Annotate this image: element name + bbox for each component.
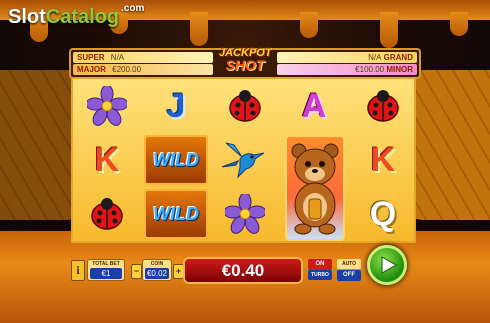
reel-4: A <box>280 79 348 241</box>
turbo-state: ON <box>308 259 332 270</box>
reel-cell <box>211 79 279 133</box>
reel-grid: K J WILD WILD A K Q <box>71 77 416 243</box>
total-bet-value: €1 <box>90 268 122 279</box>
reel-5: K Q <box>349 79 417 241</box>
coin-display: COIN €0.02 <box>142 259 172 281</box>
honey-drip <box>190 12 208 46</box>
turbo-label: TURBO <box>308 270 332 280</box>
wild-symbol: WILD <box>144 189 208 239</box>
jackpot-major-value: €200.00 <box>112 65 142 74</box>
logo-slot-text: Slot <box>8 6 46 28</box>
reel-cell <box>73 187 141 241</box>
symbol-k: K <box>370 141 396 179</box>
reel-2: J WILD WILD <box>142 79 210 241</box>
reel-cell: K <box>349 133 417 187</box>
play-icon <box>381 256 397 274</box>
reel-cell <box>211 133 279 187</box>
symbol-j: J <box>166 87 186 125</box>
logo-com-text: .com <box>121 3 145 14</box>
honey-drip <box>300 12 318 38</box>
reel-cell: Q <box>349 187 417 241</box>
reel-cell: WILD <box>142 187 210 241</box>
auto-toggle[interactable]: AUTO OFF <box>337 259 361 282</box>
reel-cell: WILD <box>142 133 210 187</box>
total-bet-label: TOTAL BET <box>92 261 120 267</box>
bear-icon <box>291 143 339 235</box>
jackpot-major-label: MAJOR <box>77 65 106 74</box>
wild-label: WILD <box>153 149 199 170</box>
jackpot-bar: SUPER N/A MAJOR €200.00 JACKPOT SHOT N/A… <box>69 47 421 79</box>
jackpot-minor: €100.00 MINOR <box>277 64 417 75</box>
flower-icon <box>87 86 127 126</box>
ladybug-icon <box>367 90 399 122</box>
jackpot-minor-label: MINOR <box>386 65 413 74</box>
jackpot-minor-value: €100.00 <box>355 65 385 74</box>
reel-cell: K <box>73 133 141 187</box>
jackpot-grand-value: N/A <box>368 53 382 62</box>
spin-button[interactable] <box>367 245 407 285</box>
wild-symbol: WILD <box>144 135 208 185</box>
jackpot-shot-logo: JACKPOT SHOT <box>219 47 272 73</box>
jackpot-title-line2: SHOT <box>225 57 265 73</box>
honey-drip <box>380 12 398 48</box>
reel-cell <box>73 79 141 133</box>
coin-label: COIN <box>150 261 164 267</box>
symbol-a: A <box>301 87 327 125</box>
coin-value: €0.02 <box>145 268 169 279</box>
jackpot-grand: N/A GRAND <box>277 52 417 63</box>
reel-cell <box>349 79 417 133</box>
hummingbird-icon <box>221 142 265 179</box>
jackpot-super-label: SUPER <box>77 53 105 62</box>
bear-stacked-symbol <box>285 135 345 241</box>
coin-decrease-button[interactable]: − <box>131 264 142 279</box>
symbol-k: K <box>94 141 120 179</box>
auto-state: OFF <box>337 270 361 281</box>
logo-catalog-text: Catalog <box>45 6 120 28</box>
reel-cell: J <box>142 79 210 133</box>
reel-cell <box>211 187 279 241</box>
wild-label: WILD <box>153 203 199 224</box>
reel-cell: A <box>280 79 348 133</box>
reel-3 <box>211 79 279 241</box>
reel-1: K <box>73 79 141 241</box>
ladybug-icon <box>229 90 261 122</box>
honey-drip <box>450 12 468 36</box>
jackpot-super-value: N/A <box>110 53 125 62</box>
jackpot-major: MAJOR €200.00 <box>73 64 213 75</box>
auto-label: AUTO <box>337 259 361 269</box>
symbol-q: Q <box>369 195 397 233</box>
slotcatalog-logo: Slot Catalog .com <box>8 3 144 29</box>
jackpot-grand-label: GRAND <box>383 53 413 62</box>
total-bet-display: TOTAL BET €1 <box>87 259 125 281</box>
ladybug-icon <box>91 198 123 230</box>
jackpot-super: SUPER N/A <box>73 52 213 63</box>
turbo-toggle[interactable]: ON TURBO <box>308 259 332 282</box>
info-button[interactable]: i <box>71 260 85 281</box>
win-amount-display: €0.40 <box>183 257 303 284</box>
control-bar: i TOTAL BET €1 − COIN €0.02 + €0.40 ON T… <box>67 245 422 286</box>
flower-icon <box>225 194 265 234</box>
